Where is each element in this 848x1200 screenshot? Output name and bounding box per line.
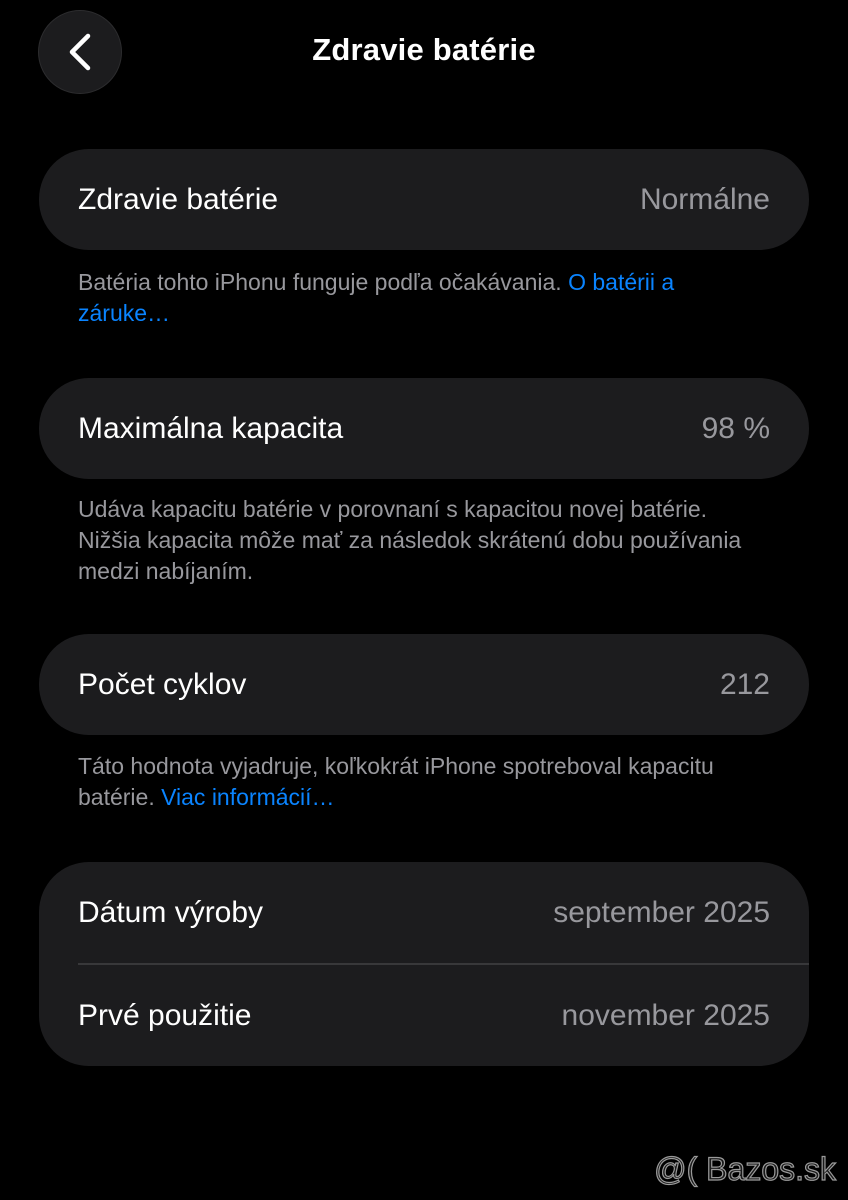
battery-health-footnote-text: Batéria tohto iPhonu funguje podľa očaká… — [78, 269, 569, 295]
dates-card: Dátum výroby september 2025 Prvé použiti… — [39, 862, 809, 1066]
battery-health-row: Zdravie batérie Normálne — [39, 149, 809, 250]
manufacture-date-value: september 2025 — [553, 895, 770, 929]
first-use-row: Prvé použitie november 2025 — [39, 965, 809, 1066]
cycle-count-value: 212 — [719, 667, 770, 701]
first-use-label: Prvé použitie — [78, 998, 252, 1032]
max-capacity-value: 98 % — [701, 411, 770, 445]
cycle-count-footnote: Táto hodnota vyjadruje, koľkokrát iPhone… — [78, 751, 758, 813]
max-capacity-footnote: Udáva kapacitu batérie v porovnaní s kap… — [78, 494, 758, 587]
cycle-count-card: Počet cyklov 212 — [39, 634, 809, 735]
max-capacity-footnote-text: Udáva kapacitu batérie v porovnaní s kap… — [78, 496, 742, 584]
max-capacity-label: Maximálna kapacita — [78, 411, 344, 445]
battery-health-label: Zdravie batérie — [78, 182, 279, 216]
manufacture-date-label: Dátum výroby — [78, 895, 264, 929]
first-use-value: november 2025 — [561, 998, 770, 1032]
page-title: Zdravie batérie — [312, 32, 536, 67]
battery-health-footnote: Batéria tohto iPhonu funguje podľa očaká… — [78, 267, 758, 329]
max-capacity-card: Maximálna kapacita 98 % — [39, 378, 809, 479]
cycle-count-row: Počet cyklov 212 — [39, 634, 809, 735]
max-capacity-row: Maximálna kapacita 98 % — [39, 378, 809, 479]
more-info-link[interactable]: Viac informácií… — [161, 784, 334, 810]
battery-health-card: Zdravie batérie Normálne — [39, 149, 809, 250]
cycle-count-label: Počet cyklov — [78, 667, 247, 701]
watermark: @( Bazos.sk — [654, 1150, 837, 1187]
manufacture-date-row: Dátum výroby september 2025 — [39, 862, 809, 963]
battery-health-value: Normálne — [639, 182, 770, 216]
